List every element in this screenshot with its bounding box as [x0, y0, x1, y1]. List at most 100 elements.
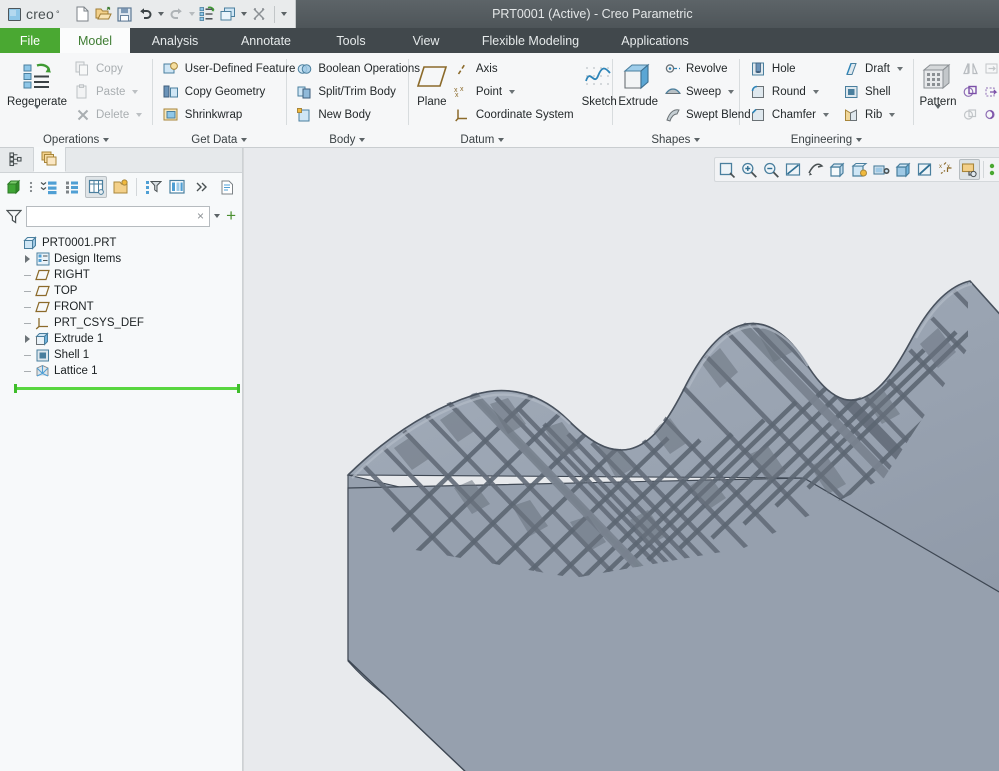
hole-button[interactable]: Hole [746, 58, 833, 79]
tree-item-right-plane[interactable]: RIGHT [8, 267, 242, 283]
save-icon[interactable] [114, 4, 135, 25]
tree-filters-button[interactable] [109, 176, 131, 198]
more-button[interactable] [190, 176, 212, 198]
tab-tools[interactable]: Tools [312, 28, 390, 53]
zoom-out-icon[interactable] [761, 159, 782, 180]
offset-button[interactable]: Of [983, 81, 999, 102]
tab-flexible-modeling[interactable]: Flexible Modeling [462, 28, 599, 53]
expand-tree-button[interactable] [37, 176, 59, 198]
sort-filter-button[interactable] [142, 176, 164, 198]
tab-file[interactable]: File [0, 28, 60, 53]
split-trim-body-button[interactable]: Split/Trim Body [292, 81, 424, 102]
tree-item-design-items[interactable]: Design Items [8, 251, 242, 267]
delete-button[interactable]: Delete [70, 104, 146, 125]
tree-item-front-plane[interactable]: FRONT [8, 299, 242, 315]
tab-applications[interactable]: Applications [599, 28, 711, 53]
view-manager-icon[interactable] [849, 159, 870, 180]
engineering-group-title[interactable]: Engineering [740, 131, 913, 148]
tab-view[interactable]: View [390, 28, 462, 53]
operations-group-title[interactable]: Operations [0, 131, 152, 148]
scene-icon[interactable] [871, 159, 892, 180]
boolean-operations-button[interactable]: Boolean Operations [292, 58, 424, 79]
spin-center-icon[interactable] [805, 159, 826, 180]
notes-button[interactable] [216, 176, 238, 198]
redo-dropdown-caret-icon[interactable] [187, 4, 197, 25]
plane-button[interactable]: Plane [415, 57, 449, 108]
show-body-button[interactable] [3, 176, 25, 198]
tab-annotate[interactable]: Annotate [220, 28, 312, 53]
tab-analysis[interactable]: Analysis [130, 28, 220, 53]
tree-item-lattice-1[interactable]: Lattice 1 [8, 363, 242, 379]
annotation-display-icon[interactable] [959, 159, 980, 180]
display-style-icon[interactable] [893, 159, 914, 180]
tab-model[interactable]: Model [60, 28, 130, 53]
rib-caret-icon[interactable] [889, 113, 895, 117]
round-button[interactable]: Round [746, 81, 833, 102]
draft-caret-icon[interactable] [897, 67, 903, 71]
tree-columns-button[interactable] [85, 176, 107, 198]
editing-group-title[interactable] [913, 131, 982, 148]
model-tree-tab[interactable] [0, 147, 33, 172]
undo-dropdown-caret-icon[interactable] [156, 4, 166, 25]
graphics-toolbar-overflow-icon[interactable] [987, 159, 997, 180]
window-dropdown-caret-icon[interactable] [239, 4, 249, 25]
pattern-button[interactable]: Pattern [919, 57, 956, 123]
paste-caret-icon[interactable] [132, 90, 138, 94]
tree-item-extrude-1[interactable]: Extrude 1 [8, 331, 242, 347]
coordinate-system-button[interactable]: Coordinate System [450, 104, 578, 125]
point-caret-icon[interactable] [509, 90, 515, 94]
paste-button[interactable]: Paste [70, 81, 146, 102]
tree-settings-button[interactable] [166, 176, 188, 198]
customize-qat-caret-icon[interactable] [279, 4, 289, 25]
pattern-caret-icon[interactable] [935, 109, 941, 123]
layer-tree-tab[interactable] [33, 147, 66, 172]
copy-button[interactable]: Copy [70, 58, 146, 79]
new-file-icon[interactable] [72, 4, 93, 25]
axis-button[interactable]: Axis [450, 58, 578, 79]
tree-filter-input[interactable] [30, 210, 195, 222]
clear-filter-icon[interactable]: × [195, 209, 206, 223]
chamfer-caret-icon[interactable] [823, 113, 829, 117]
tree-filter-box[interactable]: × [26, 206, 210, 227]
user-defined-feature-button[interactable]: User-Defined Feature [159, 58, 300, 79]
tree-item-shell-1[interactable]: Shell 1 [8, 347, 242, 363]
trim-button[interactable]: Trim [958, 81, 983, 102]
graphics-window[interactable]: x x [244, 148, 999, 771]
copy-geometry-button[interactable]: Copy Geometry [159, 81, 300, 102]
shell-button[interactable]: Shell [839, 81, 907, 102]
undo-icon[interactable] [135, 4, 156, 25]
mirror-button[interactable]: Mirror [958, 58, 983, 79]
zoom-in-icon[interactable] [739, 159, 760, 180]
saved-orientations-icon[interactable] [827, 159, 848, 180]
filter-funnel-icon[interactable] [6, 209, 22, 224]
window-icon[interactable] [218, 4, 239, 25]
regenerate-caret-icon[interactable] [34, 109, 40, 123]
extend-button[interactable]: Ex [983, 58, 999, 79]
point-button[interactable]: xxx Point [450, 81, 578, 102]
tree-item-coordinate-system[interactable]: PRT_CSYS_DEF [8, 315, 242, 331]
rib-button[interactable]: Rib [839, 104, 907, 125]
open-file-icon[interactable] [93, 4, 114, 25]
extrude-button[interactable]: Extrude [618, 57, 658, 108]
model-view[interactable] [244, 148, 999, 771]
shapes-group-title[interactable]: Shapes [612, 131, 739, 148]
refit-icon[interactable] [717, 159, 738, 180]
shrinkwrap-button[interactable]: Shrinkwrap [159, 104, 300, 125]
delete-caret-icon[interactable] [136, 113, 142, 117]
close-window-icon[interactable] [249, 4, 270, 25]
merge-button[interactable]: Merge [958, 104, 983, 125]
add-filter-icon[interactable]: + [224, 209, 238, 223]
perspective-icon[interactable] [915, 159, 936, 180]
round-caret-icon[interactable] [813, 90, 819, 94]
intersect-button[interactable]: In [983, 104, 999, 125]
tree-item-top-plane[interactable]: TOP [8, 283, 242, 299]
new-body-button[interactable]: New Body [292, 104, 424, 125]
collapse-tree-button[interactable] [61, 176, 83, 198]
redo-icon[interactable] [166, 4, 187, 25]
tree-columns-dots-button[interactable] [27, 176, 35, 198]
chamfer-button[interactable]: Chamfer [746, 104, 833, 125]
tree-toggle-arrow[interactable] [20, 335, 34, 343]
sweep-caret-icon[interactable] [728, 90, 734, 94]
insert-here-indicator[interactable] [14, 384, 240, 393]
body-group-title[interactable]: Body [286, 131, 408, 148]
